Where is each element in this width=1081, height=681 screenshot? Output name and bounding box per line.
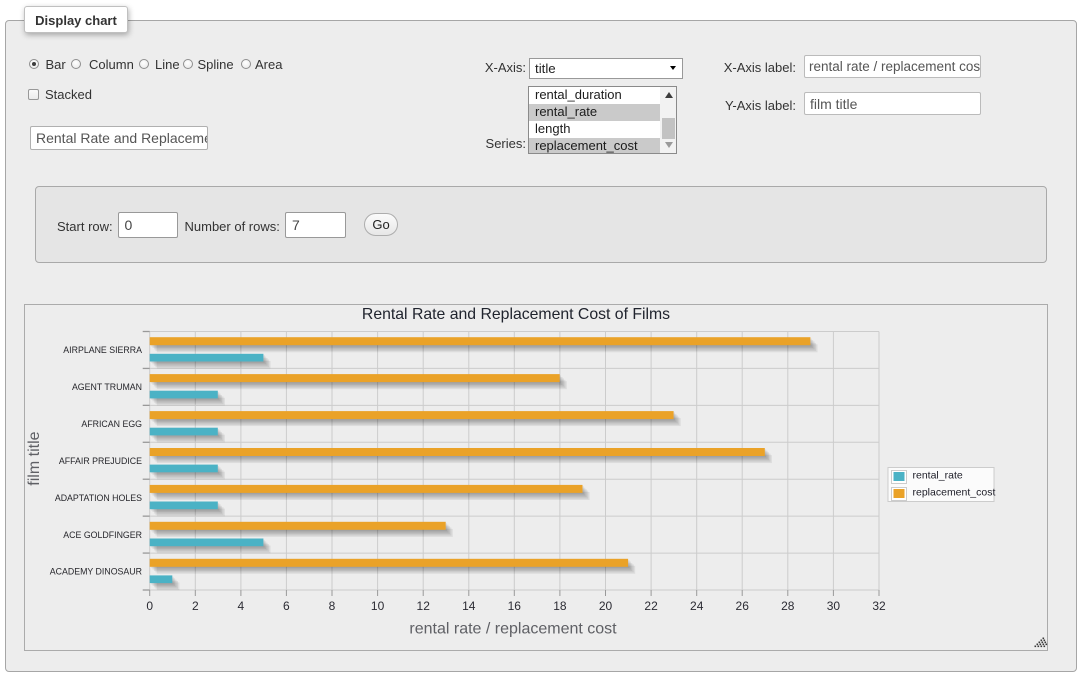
svg-text:24: 24 [690, 599, 704, 613]
svg-text:AFFAIR PREJUDICE: AFFAIR PREJUDICE [59, 456, 142, 466]
svg-text:10: 10 [371, 599, 385, 613]
svg-text:AGENT TRUMAN: AGENT TRUMAN [72, 382, 142, 392]
svg-text:16: 16 [508, 599, 522, 613]
svg-text:rental_rate: rental_rate [913, 470, 963, 482]
svg-text:replacement_cost: replacement_cost [913, 487, 996, 499]
svg-text:20: 20 [599, 599, 613, 613]
svg-text:ACE GOLDFINGER: ACE GOLDFINGER [63, 530, 142, 540]
svg-text:ADAPTATION HOLES: ADAPTATION HOLES [55, 493, 142, 503]
svg-text:ACADEMY DINOSAUR: ACADEMY DINOSAUR [50, 567, 142, 577]
svg-text:14: 14 [462, 599, 476, 613]
svg-text:12: 12 [417, 599, 431, 613]
svg-text:4: 4 [238, 599, 245, 613]
svg-text:AIRPLANE SIERRA: AIRPLANE SIERRA [63, 345, 142, 355]
svg-text:32: 32 [872, 599, 886, 613]
svg-text:film title: film title [26, 431, 43, 485]
svg-text:AFRICAN EGG: AFRICAN EGG [81, 419, 142, 429]
svg-text:28: 28 [781, 599, 795, 613]
svg-text:30: 30 [827, 599, 841, 613]
svg-text:6: 6 [283, 599, 290, 613]
svg-text:Rental Rate and Replacement Co: Rental Rate and Replacement Cost of Film… [362, 306, 670, 323]
svg-text:22: 22 [644, 599, 658, 613]
svg-text:rental rate / replacement cost: rental rate / replacement cost [409, 621, 617, 638]
svg-text:2: 2 [192, 599, 199, 613]
svg-text:18: 18 [553, 599, 567, 613]
svg-text:8: 8 [329, 599, 336, 613]
svg-text:0: 0 [146, 599, 153, 613]
svg-text:26: 26 [736, 599, 750, 613]
